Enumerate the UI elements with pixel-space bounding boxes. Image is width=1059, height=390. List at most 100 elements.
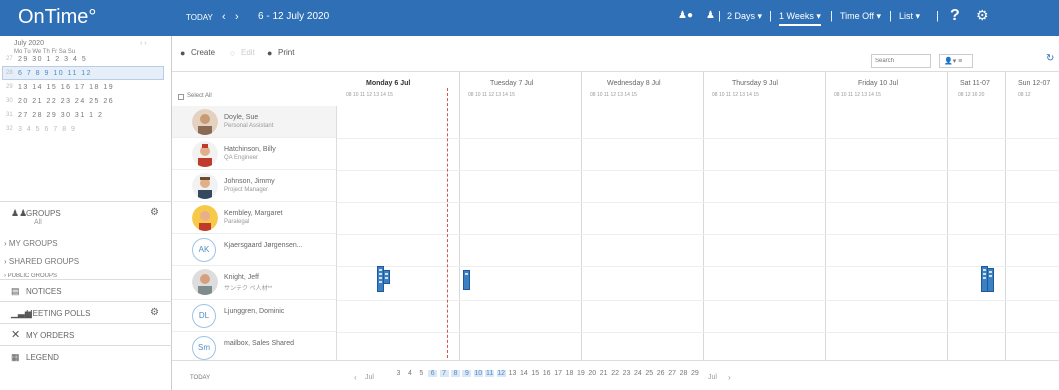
person-row[interactable]: Kembley, Margaret Paralegal	[172, 202, 336, 234]
view-2days-button[interactable]: 2 Days ▾	[727, 11, 762, 22]
today-button[interactable]: TODAY	[186, 13, 213, 22]
day-divider	[703, 72, 704, 360]
my-groups-link[interactable]: › MY GROUPS	[4, 239, 58, 248]
person-row[interactable]: DL Ljunggren, Dominic	[172, 300, 336, 332]
help-icon[interactable]: ?	[950, 7, 960, 25]
list-button[interactable]: List ▾	[899, 11, 920, 22]
strip-day[interactable]: 28	[679, 370, 688, 377]
select-all-checkbox[interactable]	[178, 94, 184, 100]
strip-day[interactable]: 22	[611, 370, 620, 377]
appointment[interactable]	[987, 268, 994, 292]
person-title: Personal Assistant	[224, 123, 274, 129]
strip-day[interactable]: 25	[645, 370, 654, 377]
strip-day[interactable]: 3	[394, 370, 403, 377]
appointment[interactable]	[463, 270, 470, 290]
strip-day[interactable]: 5	[417, 370, 426, 377]
time-off-button[interactable]: Time Off ▾	[840, 11, 881, 22]
separator: |	[936, 10, 939, 22]
calendar-weekday-header: Mo Tu We Th Fr Sa Su	[14, 49, 76, 55]
print-button[interactable]: Print	[278, 48, 294, 57]
calendar-nav-arrows[interactable]: ‹ ›	[140, 40, 147, 47]
edit-button[interactable]: Edit	[241, 48, 255, 57]
schedule-grid[interactable]	[336, 72, 1059, 360]
person-icon[interactable]: ♟	[706, 10, 715, 21]
hour-labels: 08 10 11 12 13 14 15	[590, 92, 637, 98]
notices-label: NOTICES	[26, 287, 62, 296]
person-name: Johnson, Jimmy	[224, 178, 275, 185]
person-name: Kjaersgaard Jørgensen...	[224, 242, 303, 249]
strip-day[interactable]: 4	[405, 370, 414, 377]
strip-day[interactable]: 18	[565, 370, 574, 377]
person-row[interactable]: Knight, Jeff サンテク ぺ人材**	[172, 266, 336, 300]
current-time-line	[447, 88, 448, 358]
calendar-week-row[interactable]: 28 6 7 8 9 10 11 12	[6, 70, 166, 84]
cross-icon: ✕	[11, 329, 21, 341]
separator: |	[769, 10, 772, 22]
legend-section[interactable]: ▦ LEGEND	[0, 345, 172, 367]
person-name: Ljunggren, Dominic	[224, 308, 285, 315]
row-divider	[337, 266, 1059, 267]
appointment[interactable]	[383, 270, 390, 284]
calendar-month: July 2020	[14, 40, 44, 47]
create-button[interactable]: Create	[191, 48, 215, 57]
strip-day[interactable]: 16	[542, 370, 551, 377]
notices-section[interactable]: ▤ NOTICES	[0, 279, 172, 301]
strip-day[interactable]: 17	[554, 370, 563, 377]
strip-month-label: Jul	[365, 374, 374, 381]
strip-day[interactable]: 24	[633, 370, 642, 377]
row-divider	[337, 170, 1059, 171]
my-orders-section[interactable]: ✕ MY ORDERS	[0, 323, 172, 345]
groups-gear-icon[interactable]: ⚙	[150, 207, 159, 218]
strip-day[interactable]: 6	[428, 370, 438, 377]
day-divider	[825, 72, 826, 360]
print-icon: ●	[267, 48, 273, 58]
strip-day[interactable]: 11	[485, 370, 495, 377]
strip-day[interactable]: 13	[508, 370, 517, 377]
strip-day[interactable]: 27	[668, 370, 677, 377]
avatar	[192, 141, 218, 167]
person-row[interactable]: AK Kjaersgaard Jørgensen...	[172, 234, 336, 266]
strip-prev-button[interactable]: ‹	[354, 373, 357, 382]
strip-day[interactable]: 20	[588, 370, 597, 377]
person-name: Hatchinson, Billy	[224, 146, 276, 153]
strip-day[interactable]: 14	[519, 370, 528, 377]
calendar-week-row[interactable]: 29 13 14 15 16 17 18 19	[6, 84, 166, 98]
next-week-button[interactable]: ›	[235, 11, 239, 23]
app-logo: OnTime°	[18, 6, 97, 28]
person-title: Paralegal	[224, 219, 250, 225]
strip-day[interactable]: 15	[531, 370, 540, 377]
strip-day[interactable]: 19	[576, 370, 585, 377]
calendar-week-row[interactable]: 31 27 28 29 30 31 1 2	[6, 112, 166, 126]
person-row[interactable]: Doyle, Sue Personal Assistant	[172, 106, 336, 138]
people-icon[interactable]: ♟●	[678, 10, 693, 21]
strip-day[interactable]: 21	[599, 370, 608, 377]
shared-groups-link[interactable]: › SHARED GROUPS	[4, 257, 79, 266]
gear-icon[interactable]: ⚙	[976, 7, 989, 24]
person-row[interactable]: Hatchinson, Billy QA Engineer	[172, 138, 336, 170]
date-range-label: 6 - 12 July 2020	[258, 11, 330, 22]
strip-day[interactable]: 9	[462, 370, 472, 377]
meeting-polls-section[interactable]: ▁▃▅ MEETING POLLS ⚙	[0, 301, 172, 323]
search-input[interactable]	[871, 54, 931, 68]
strip-day[interactable]: 23	[622, 370, 631, 377]
strip-day[interactable]: 12	[496, 370, 506, 377]
user-filter-button[interactable]: 👤▾ ≡	[939, 54, 973, 68]
strip-day[interactable]: 8	[451, 370, 460, 377]
meeting-polls-gear-icon[interactable]: ⚙	[150, 307, 159, 318]
prev-week-button[interactable]: ‹	[222, 11, 226, 23]
today-link[interactable]: TODAY	[190, 375, 210, 381]
calendar-week-row[interactable]: 32 3 4 5 6 7 8 9	[6, 126, 166, 140]
calendar-week-row[interactable]: 27 29 30 1 2 3 4 5	[6, 56, 166, 70]
legend-label: LEGEND	[26, 353, 59, 362]
view-1weeks-button[interactable]: 1 Weeks ▾	[779, 11, 821, 26]
strip-day[interactable]: 29	[690, 370, 699, 377]
strip-next-button[interactable]: ›	[728, 373, 731, 382]
refresh-icon[interactable]: ↻	[1046, 53, 1054, 64]
calendar-week-row[interactable]: 30 20 21 22 23 24 25 26	[6, 98, 166, 112]
avatar	[192, 269, 218, 295]
groups-section[interactable]: ♟♟ GROUPS All ⚙	[0, 201, 172, 233]
strip-day[interactable]: 26	[656, 370, 665, 377]
strip-day[interactable]: 10	[473, 370, 483, 377]
person-row[interactable]: Johnson, Jimmy Project Manager	[172, 170, 336, 202]
strip-day[interactable]: 7	[439, 370, 449, 377]
